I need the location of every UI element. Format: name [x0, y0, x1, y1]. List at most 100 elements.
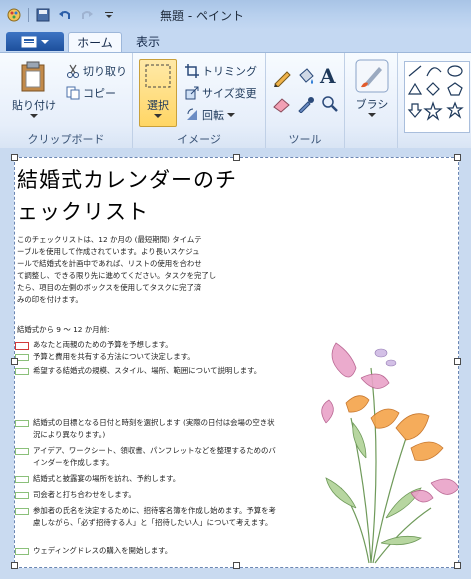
scissors-icon — [67, 64, 79, 78]
checklist-item-text: ウェディングドレスの購入を開始します。 — [33, 546, 173, 555]
chevron-down-icon — [368, 113, 376, 117]
cut-label: 切り取り — [83, 65, 127, 78]
tab-view[interactable]: 表示 — [128, 32, 168, 52]
checkbox-icon — [15, 492, 29, 499]
checkbox-icon — [15, 342, 29, 350]
clipboard-group: 貼り付け 切り取り コピー クリップボード — [0, 53, 133, 149]
checklist-item: 結婚式と披露宴の場所を訪れ、予約します。 — [15, 473, 277, 485]
text-tool-icon[interactable]: A — [320, 64, 336, 88]
select-button[interactable]: 選択 — [139, 59, 177, 127]
curve-shape-icon — [426, 67, 442, 77]
paste-icon — [21, 61, 45, 92]
undo-icon[interactable] — [57, 7, 73, 23]
intro-line: たら、項目の左側のボックスを使用してタスクに完了済 — [17, 283, 202, 292]
checklist-item: 参加者の氏名を決定するために、招待客名簿を作成し始めます。予算を考慮しながら、「… — [15, 505, 277, 529]
magnifier-icon[interactable] — [320, 95, 340, 116]
redo-icon[interactable] — [79, 7, 95, 23]
checklist-item: 司会者と打ち合わせをします。 — [15, 489, 277, 501]
line-shape-icon — [408, 65, 422, 77]
resize-icon — [185, 86, 199, 100]
pencil-icon[interactable] — [272, 67, 292, 90]
customize-qat-icon[interactable] — [101, 7, 117, 23]
section-heading: 結婚式から 9 ～ 12 か月前: — [17, 325, 110, 334]
checklist-item-text: 予算と費用を共有する方法について決定します。 — [33, 352, 195, 361]
brushes-label: ブラシ — [355, 98, 389, 111]
flower-illustration — [321, 342, 458, 564]
tools-group-label: ツール — [288, 133, 322, 146]
paste-button[interactable]: 貼り付け — [10, 61, 58, 119]
rotate-label: 回転 — [202, 109, 224, 122]
intro-line: このチェックリストは、12 か月の (最短期間) タイムテ — [17, 235, 202, 244]
image-canvas[interactable]: 結婚式カレンダーのチ ェックリスト このチェックリストは、12 か月の (最短期… — [14, 157, 459, 568]
rotate-button[interactable]: 回転 — [185, 107, 235, 123]
resize-button[interactable]: サイズ変更 — [185, 85, 257, 101]
color-picker-icon[interactable] — [296, 95, 316, 116]
resize-handle[interactable] — [454, 562, 461, 569]
select-rectangle-icon — [145, 64, 171, 88]
rotate-icon — [187, 108, 197, 120]
resize-label: サイズ変更 — [202, 87, 257, 100]
shapes-gallery[interactable] — [404, 61, 470, 133]
checklist-item: 結婚式の目標となる日付と時刻を選択します (実際の日付は会場の空き状況により異な… — [15, 417, 277, 441]
select-label: 選択 — [147, 99, 169, 112]
arrow-down-shape-icon — [407, 103, 423, 118]
triangle-shape-icon — [407, 82, 423, 95]
checklist-item-text: 参加者の氏名を決定するために、招待客名簿を作成し始めます。予算を考慮しながら、「… — [33, 506, 276, 527]
checklist-item-text: 希望する結婚式の規模、スタイル、場所、範囲について説明します。 — [33, 366, 262, 375]
chevron-down-icon — [227, 113, 235, 117]
intro-line: て調整し、できる限り先に進めてください。タスクを完了し — [17, 271, 217, 280]
chevron-down-icon — [41, 39, 49, 44]
checkbox-icon — [15, 508, 29, 515]
tools-group: A ツール — [266, 53, 345, 149]
fill-bucket-icon[interactable] — [296, 67, 316, 90]
save-icon[interactable] — [35, 7, 51, 23]
checklist-item-text: 結婚式の目標となる日付と時刻を選択します (実際の日付は会場の空き状況により異な… — [33, 418, 275, 439]
copy-icon — [66, 86, 80, 100]
resize-handle[interactable] — [454, 358, 461, 365]
checklist-item: 希望する結婚式の規模、スタイル、場所、範囲について説明します。 — [15, 365, 277, 377]
window-title: 無題 - ペイント — [160, 9, 244, 23]
checkbox-icon — [15, 368, 29, 375]
chevron-down-icon — [30, 114, 38, 118]
file-menu-button[interactable] — [6, 32, 64, 51]
diamond-shape-icon — [426, 82, 440, 96]
cut-button[interactable]: 切り取り — [66, 63, 127, 79]
paint-app-icon[interactable] — [6, 7, 22, 23]
resize-handle[interactable] — [11, 562, 18, 569]
checklist-item-text: 司会者と打ち合わせをします。 — [33, 490, 136, 499]
eraser-icon[interactable] — [272, 95, 292, 116]
ribbon-tabs: ホーム 表示 — [0, 30, 471, 53]
resize-handle[interactable] — [11, 358, 18, 365]
clipboard-group-label: クリップボード — [27, 133, 105, 146]
checklist-item-text: あなたと両親のための予算を予想します。 — [33, 340, 173, 349]
image-group-label: イメージ — [177, 133, 221, 146]
intro-line: ールで結婚式を計画中であれば、リストの使用を合わせ — [17, 259, 202, 268]
resize-handle[interactable] — [454, 154, 461, 161]
chevron-down-icon — [154, 114, 162, 118]
resize-handle[interactable] — [233, 154, 240, 161]
paste-label: 貼り付け — [12, 99, 56, 112]
document-title-line-1: 結婚式カレンダーのチ — [17, 168, 237, 192]
checklist-item: あなたと両親のための予算を予想します。 — [15, 339, 280, 351]
checklist-item-text: 結婚式と披露宴の場所を訪れ、予約します。 — [33, 474, 181, 483]
checklist-item: アイデア、ワークシート、領収書、パンフレットなどを整理するためのバインダーを作成… — [15, 445, 277, 469]
canvas-area[interactable]: 結婚式カレンダーのチ ェックリスト このチェックリストは、12 か月の (最短期… — [0, 148, 471, 579]
tab-home[interactable]: ホーム — [68, 32, 122, 53]
copy-button[interactable]: コピー — [66, 85, 116, 101]
title-bar: 無題 - ペイント — [0, 0, 471, 30]
brush-icon — [355, 59, 389, 93]
checkbox-icon — [15, 476, 29, 483]
intro-line: ーブルを使用して作成されています。より長いスケジュ — [17, 247, 200, 256]
crop-label: トリミング — [202, 65, 257, 78]
intro-line: みの印を付けます。 — [17, 295, 83, 304]
document-title-line-2: ェックリスト — [17, 200, 149, 224]
resize-handle[interactable] — [11, 154, 18, 161]
crop-button[interactable]: トリミング — [185, 63, 257, 79]
brushes-button[interactable]: ブラシ — [353, 59, 391, 118]
image-group: 選択 トリミング サイズ変更 回転 イメージ — [133, 53, 266, 149]
intro-paragraph: このチェックリストは、12 か月の (最短期間) タイムテ ーブルを使用して作成… — [17, 234, 279, 306]
pentagon-shape-icon — [447, 82, 463, 96]
checklist-item-text: アイデア、ワークシート、領収書、パンフレットなどを整理するためのバインダーを作成… — [33, 446, 276, 467]
resize-handle[interactable] — [233, 562, 240, 569]
document-title: 結婚式カレンダーのチ ェックリスト — [17, 164, 377, 228]
